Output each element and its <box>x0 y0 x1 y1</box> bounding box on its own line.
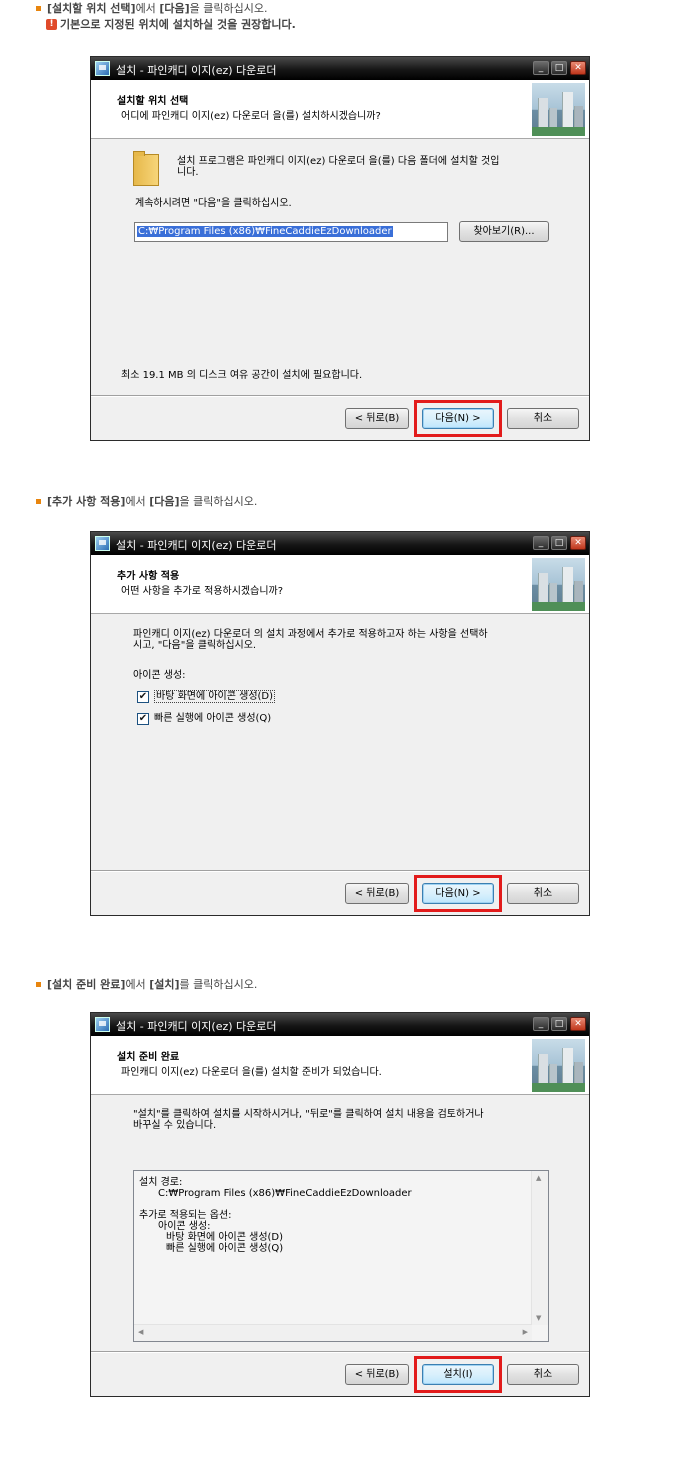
quick-launch-label[interactable]: 빠른 실행에 아이콘 생성(Q) <box>154 713 271 724</box>
cancel-button[interactable]: 취소 <box>507 883 579 904</box>
minimize-button[interactable]: _ <box>533 536 549 550</box>
close-button[interactable]: ✕ <box>570 61 586 75</box>
description-line-1: 설치 프로그램은 파인캐디 이지(ez) 다운로더 을(를) 다음 폴더에 설치… <box>177 156 500 167</box>
install-path-value: C:₩Program Files (x86)₩FineCaddieEzDownl… <box>137 226 393 237</box>
vertical-scrollbar[interactable]: ▲ ▼ <box>531 1171 548 1325</box>
cancel-button[interactable]: 취소 <box>507 1364 579 1385</box>
scroll-up-icon[interactable]: ▲ <box>536 1174 541 1182</box>
city-image-icon <box>532 558 585 611</box>
step-3-end: 를 클릭하십시오. <box>179 978 258 991</box>
header-title: 설치 준비 완료 <box>117 1052 180 1063</box>
header-title: 설치할 위치 선택 <box>117 96 189 107</box>
wizard-header: 추가 사항 적용 어떤 사항을 추가로 적용하시겠습니까? <box>91 555 589 614</box>
back-button[interactable]: < 뒤로(B) <box>345 408 409 429</box>
title-bar[interactable]: 설치 - 파인캐디 이지(ez) 다운로더 _ □ ✕ <box>91 1013 589 1036</box>
memo-line: 빠른 실행에 아이콘 생성(Q) <box>166 1243 284 1254</box>
setup-app-icon <box>95 1017 110 1032</box>
maximize-button[interactable]: □ <box>551 536 567 550</box>
header-title: 추가 사항 적용 <box>117 571 180 582</box>
continue-text: 계속하시려면 "다음"을 클릭하십시오. <box>135 198 292 209</box>
title-bar[interactable]: 설치 - 파인캐디 이지(ez) 다운로더 _ □ ✕ <box>91 57 589 80</box>
wizard-header: 설치 준비 완료 파인캐디 이지(ez) 다운로더 을(를) 설치할 준비가 되… <box>91 1036 589 1095</box>
header-subtitle: 파인캐디 이지(ez) 다운로더 을(를) 설치할 준비가 되었습니다. <box>121 1067 382 1078</box>
quick-launch-checkbox[interactable]: ✔ <box>137 713 149 725</box>
description-line-2: 시고, "다음"을 클릭하십시오. <box>133 640 257 651</box>
header-subtitle: 어떤 사항을 추가로 적용하시겠습니까? <box>121 586 284 597</box>
scroll-down-icon[interactable]: ▼ <box>536 1314 541 1322</box>
description-line-2: 니다. <box>177 167 199 178</box>
minimize-button[interactable]: _ <box>533 1017 549 1031</box>
desktop-icon-text: 바탕 화면에 아이콘 생성(D) <box>154 690 276 703</box>
memo-line: C:₩Program Files (x86)₩FineCaddieEzDownl… <box>158 1188 412 1199</box>
step-1-instruction: [설치할 위치 선택]에서 [다음]을 클릭하십시오. <box>36 0 267 16</box>
city-image-icon <box>532 1039 585 1092</box>
separator <box>91 1351 589 1353</box>
highlight-box <box>414 875 502 912</box>
note-text: 기본으로 지정된 위치에 설치하실 것을 권장합니다. <box>60 18 296 31</box>
step-3-instruction: [설치 준비 완료]에서 [설치]를 클릭하십시오. <box>36 976 257 992</box>
bullet-icon <box>36 5 41 11</box>
description-line-1: 파인캐디 이지(ez) 다운로더 의 설치 과정에서 추가로 적용하고자 하는 … <box>133 629 488 640</box>
window-title: 설치 - 파인캐디 이지(ez) 다운로더 <box>116 1020 277 1033</box>
bullet-icon <box>36 981 41 987</box>
highlight-box <box>414 1356 502 1393</box>
wizard-header: 설치할 위치 선택 어디에 파인캐디 이지(ez) 다운로더 을(를) 설치하시… <box>91 80 589 139</box>
city-image-icon <box>532 83 585 136</box>
setup-app-icon <box>95 61 110 76</box>
step-1-mid: 에서 <box>135 2 160 15</box>
setup-app-icon <box>95 536 110 551</box>
warning-icon: ! <box>46 18 57 30</box>
title-bar[interactable]: 설치 - 파인캐디 이지(ez) 다운로더 _ □ ✕ <box>91 532 589 555</box>
description-line-1: "설치"를 클릭하여 설치를 시작하시거나, "뒤로"를 클릭하여 설치 내용을… <box>133 1109 484 1120</box>
recommend-note: ! 기본으로 지정된 위치에 설치하실 것을 권장합니다. <box>46 16 296 32</box>
description-line-2: 바꾸실 수 있습니다. <box>133 1120 217 1131</box>
memo-line: 추가로 적용되는 옵션: <box>139 1210 232 1221</box>
desktop-icon-label[interactable]: 바탕 화면에 아이콘 생성(D) <box>154 690 276 703</box>
step-1-bold: [설치할 위치 선택] <box>47 2 136 15</box>
folder-icon <box>133 151 159 186</box>
maximize-button[interactable]: □ <box>551 61 567 75</box>
step-1-bold2: [다음] <box>159 2 190 15</box>
browse-button[interactable]: 찾아보기(R)... <box>459 221 549 242</box>
close-button[interactable]: ✕ <box>570 1017 586 1031</box>
desktop-icon-checkbox[interactable]: ✔ <box>137 691 149 703</box>
ready-to-install-dialog: 설치 - 파인캐디 이지(ez) 다운로더 _ □ ✕ 설치 준비 완료 파인캐… <box>90 1012 590 1397</box>
step-2-bold: [추가 사항 적용] <box>47 495 126 508</box>
disk-space-text: 최소 19.1 MB 의 디스크 여유 공간이 설치에 필요합니다. <box>121 370 363 381</box>
highlight-box <box>414 400 502 437</box>
bullet-icon <box>36 498 41 504</box>
step-2-bold2: [다음] <box>149 495 180 508</box>
install-path-input[interactable]: C:₩Program Files (x86)₩FineCaddieEzDownl… <box>134 222 448 242</box>
separator <box>91 870 589 872</box>
minimize-button[interactable]: _ <box>533 61 549 75</box>
memo-line: 설치 경로: <box>139 1177 183 1188</box>
step-1-end: 을 클릭하십시오. <box>189 2 268 15</box>
step-2-end: 을 클릭하십시오. <box>179 495 258 508</box>
scroll-left-icon[interactable]: ◀ <box>138 1328 143 1336</box>
memo-line: 바탕 화면에 아이콘 생성(D) <box>166 1232 284 1243</box>
step-2-mid: 에서 <box>125 495 150 508</box>
maximize-button[interactable]: □ <box>551 1017 567 1031</box>
header-subtitle: 어디에 파인캐디 이지(ez) 다운로더 을(를) 설치하시겠습니까? <box>121 111 381 122</box>
scroll-right-icon[interactable]: ▶ <box>523 1328 528 1336</box>
step-3-bold: [설치 준비 완료] <box>47 978 126 991</box>
window-title: 설치 - 파인캐디 이지(ez) 다운로더 <box>116 539 277 552</box>
horizontal-scrollbar[interactable]: ◀ ▶ <box>134 1324 532 1341</box>
step-3-mid: 에서 <box>125 978 150 991</box>
install-location-dialog: 설치 - 파인캐디 이지(ez) 다운로더 _ □ ✕ 설치할 위치 선택 어디… <box>90 56 590 441</box>
step-3-bold2: [설치] <box>149 978 180 991</box>
install-summary-memo[interactable]: 설치 경로: C:₩Program Files (x86)₩FineCaddie… <box>133 1170 549 1342</box>
back-button[interactable]: < 뒤로(B) <box>345 883 409 904</box>
memo-line: 아이콘 생성: <box>158 1221 211 1232</box>
separator <box>91 395 589 397</box>
window-title: 설치 - 파인캐디 이지(ez) 다운로더 <box>116 64 277 77</box>
step-2-instruction: [추가 사항 적용]에서 [다음]을 클릭하십시오. <box>36 493 257 509</box>
additional-tasks-dialog: 설치 - 파인캐디 이지(ez) 다운로더 _ □ ✕ 추가 사항 적용 어떤 … <box>90 531 590 916</box>
icon-group-label: 아이콘 생성: <box>133 670 186 681</box>
close-button[interactable]: ✕ <box>570 536 586 550</box>
cancel-button[interactable]: 취소 <box>507 408 579 429</box>
back-button[interactable]: < 뒤로(B) <box>345 1364 409 1385</box>
